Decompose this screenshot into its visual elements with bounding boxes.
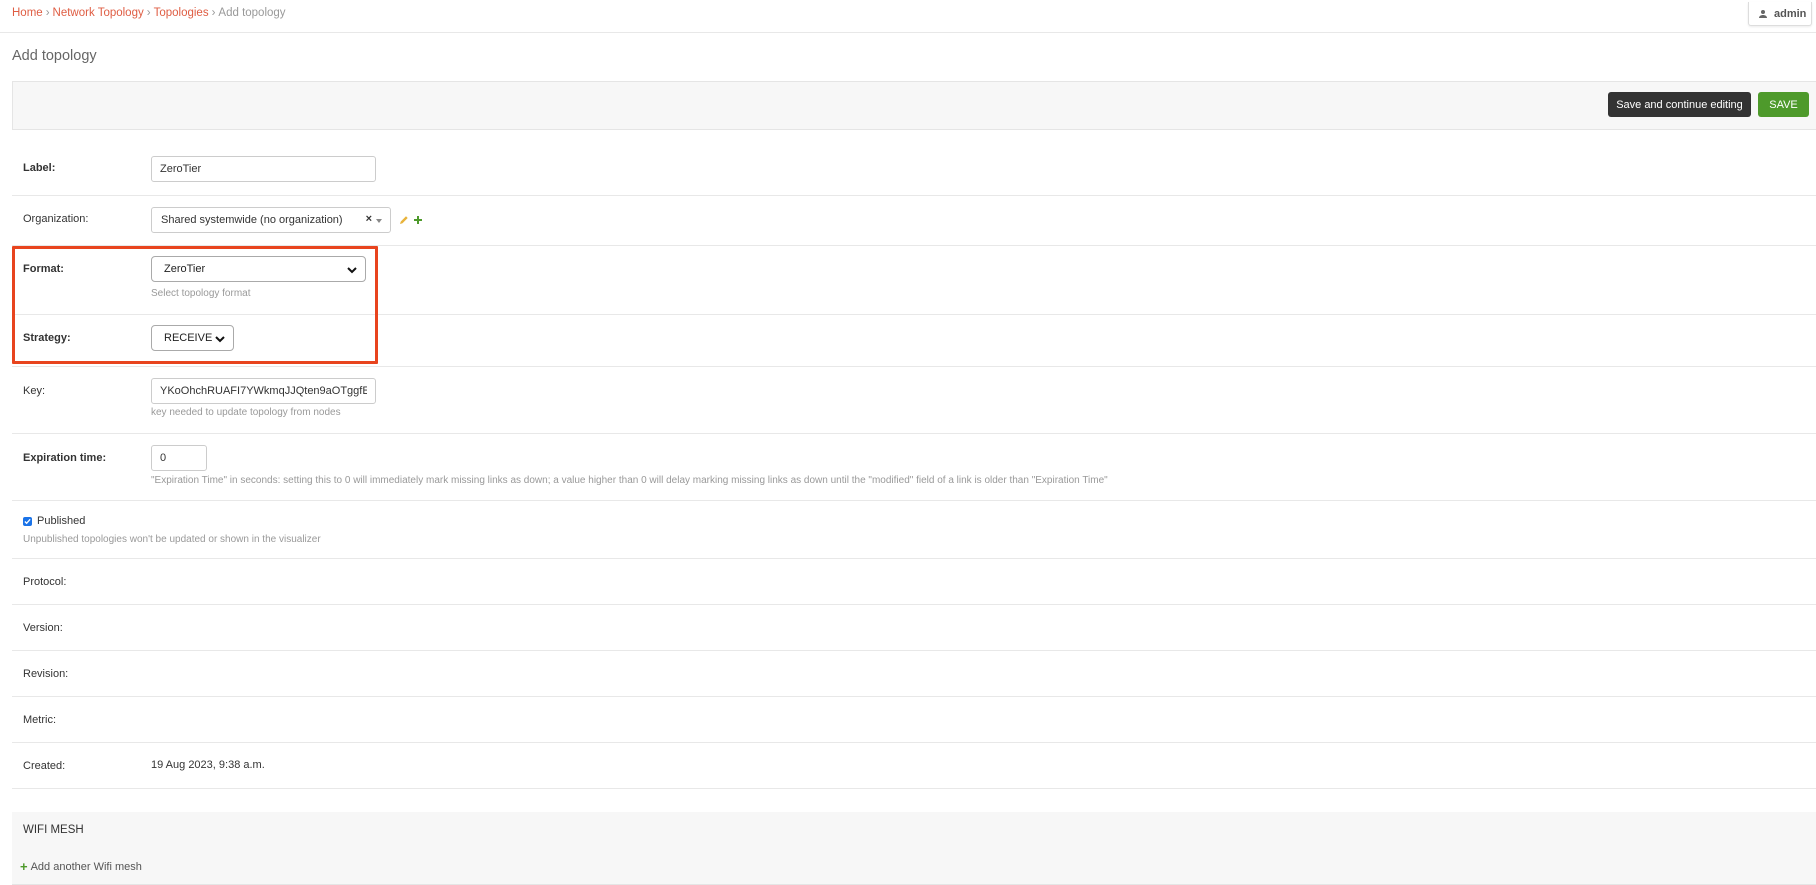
inline-group-title: WIFI MESH — [23, 824, 84, 836]
field-row-revision: Revision: — [12, 651, 1816, 697]
add-another-wifi-mesh-link[interactable]: + Add another Wifi mesh — [20, 859, 142, 874]
save-button[interactable]: SAVE — [1758, 92, 1809, 117]
field-row-published: Published Unpublished topologies won't b… — [12, 501, 1816, 559]
published-help-text: Unpublished topologies won't be updated … — [23, 534, 321, 545]
expiration-time-help-text: "Expiration Time" in seconds: setting th… — [151, 475, 1108, 486]
strategy-value: RECEIVE — [164, 332, 213, 344]
user-menu-button[interactable]: admin — [1748, 2, 1812, 26]
published-checkbox[interactable] — [23, 517, 32, 526]
expiration-time-field-label: Expiration time: — [23, 452, 107, 464]
label-input[interactable] — [151, 156, 376, 182]
breadcrumb-separator: › — [146, 7, 151, 19]
field-row-metric: Metric: — [12, 697, 1816, 743]
field-row-protocol: Protocol: — [12, 559, 1816, 605]
field-row-organization: Organization: Shared systemwide (no orga… — [12, 196, 1816, 246]
clear-icon[interactable]: × — [366, 213, 372, 225]
page-title: Add topology — [12, 48, 97, 64]
add-another-label: Add another Wifi mesh — [30, 860, 142, 873]
field-row-version: Version: — [12, 605, 1816, 651]
user-icon — [1759, 9, 1767, 18]
pencil-icon[interactable] — [399, 215, 409, 225]
key-field-label: Key: — [23, 385, 46, 397]
organization-field-label: Organization: — [23, 213, 89, 225]
field-row-expiration-time: Expiration time: "Expiration Time" in se… — [12, 434, 1816, 501]
strategy-field-label: Strategy: — [23, 332, 71, 344]
plus-icon: + — [20, 859, 28, 874]
plus-icon[interactable] — [413, 215, 423, 225]
chevron-down-icon — [347, 267, 357, 274]
created-value: 19 Aug 2023, 9:38 a.m. — [151, 759, 265, 771]
field-row-strategy: Strategy: RECEIVE — [12, 315, 1816, 367]
key-input[interactable] — [151, 378, 376, 404]
label-field-label: Label: — [23, 162, 56, 174]
breadcrumb-network-topology[interactable]: Network Topology — [53, 7, 144, 19]
field-row-label: Label: — [12, 146, 1816, 196]
organization-select[interactable]: Shared systemwide (no organization) × — [151, 207, 391, 233]
field-row-key: Key: key needed to update topology from … — [12, 367, 1816, 434]
user-name: admin — [1774, 7, 1807, 20]
breadcrumb-separator: › — [211, 7, 216, 19]
format-value: ZeroTier — [164, 263, 206, 275]
key-help-text: key needed to update topology from nodes — [151, 407, 341, 418]
protocol-field-label: Protocol: — [23, 576, 67, 588]
version-field-label: Version: — [23, 622, 63, 634]
inline-group-wifi-mesh: WIFI MESH + Add another Wifi mesh — [12, 812, 1816, 885]
breadcrumb: Home › Network Topology › Topologies › Add top… — [12, 7, 286, 19]
dropdown-arrow-icon — [376, 219, 382, 223]
created-field-label: Created: — [23, 760, 66, 772]
format-field-label: Format: — [23, 263, 64, 275]
topology-form: Label: Organization: Shared systemwide (… — [12, 146, 1816, 789]
published-label[interactable]: Published — [37, 515, 85, 527]
format-select[interactable]: ZeroTier — [151, 256, 366, 282]
field-row-format: Format: ZeroTier Select topology format — [12, 246, 1816, 315]
expiration-time-input[interactable] — [151, 445, 207, 471]
metric-field-label: Metric: — [23, 714, 56, 726]
organization-value: Shared systemwide (no organization) — [161, 214, 343, 226]
submit-row: Save and continue editing SAVE — [12, 81, 1816, 130]
strategy-select[interactable]: RECEIVE — [151, 325, 234, 351]
save-and-continue-button[interactable]: Save and continue editing — [1608, 92, 1751, 117]
breadcrumb-home[interactable]: Home — [12, 7, 43, 19]
revision-field-label: Revision: — [23, 668, 69, 680]
top-bar: Home › Network Topology › Topologies › Add top… — [0, 0, 1816, 33]
breadcrumb-separator: › — [45, 7, 50, 19]
field-row-created: Created: 19 Aug 2023, 9:38 a.m. — [12, 743, 1816, 789]
chevron-down-icon — [215, 336, 225, 343]
breadcrumb-current: Add topology — [218, 7, 286, 19]
breadcrumb-topologies[interactable]: Topologies — [154, 7, 209, 19]
format-help-text: Select topology format — [151, 288, 251, 299]
checkmark-icon — [24, 518, 31, 525]
